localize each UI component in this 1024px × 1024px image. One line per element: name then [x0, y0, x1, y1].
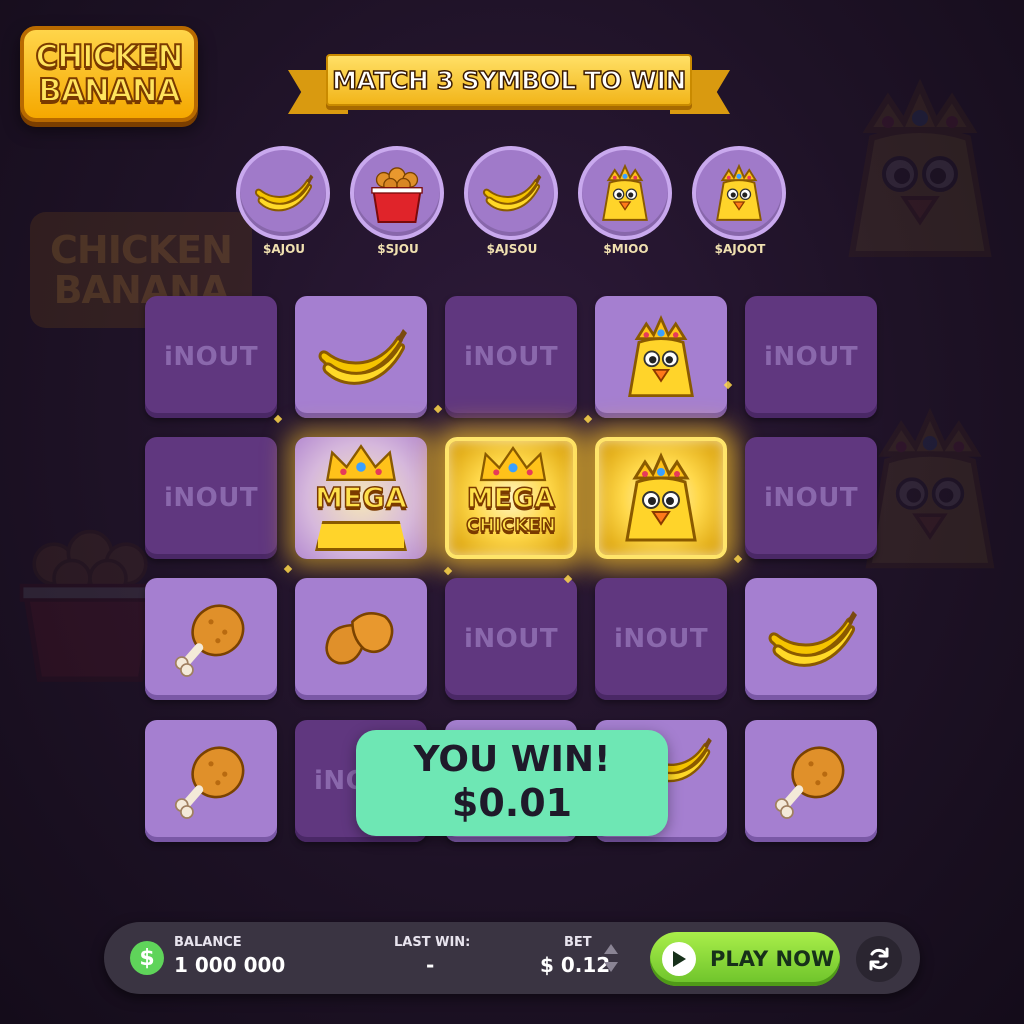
- drumstick-icon: [768, 738, 854, 824]
- crown-icon: [475, 445, 551, 483]
- game-logo: CHICKEN BANANA: [20, 26, 198, 122]
- sparkle-effect: [583, 414, 593, 424]
- paytable-symbol-circle: [464, 146, 558, 240]
- play-icon: [662, 942, 696, 976]
- grid-tile-hidden[interactable]: iNOUT: [145, 296, 277, 418]
- paytable-prize-label: $MIOO: [603, 242, 649, 256]
- banana-icon: [478, 165, 544, 221]
- banana-icon: [250, 165, 316, 221]
- watermark-line-1: CHICKEN: [50, 228, 233, 272]
- grid-tile-hidden[interactable]: iNOUT: [745, 296, 877, 418]
- logo-line-2: BANANA: [37, 73, 181, 109]
- paytable-prize-label: $AJSOU: [486, 242, 538, 256]
- grid-tile-drumstick[interactable]: [145, 720, 277, 842]
- tile-hidden-label: iNOUT: [463, 624, 559, 654]
- sparkle-effect: [443, 566, 453, 576]
- bet-label: BET: [564, 935, 592, 950]
- play-now-label: PLAY NOW: [710, 947, 835, 971]
- banner-body: MATCH 3 SYMBOL TO WIN: [326, 54, 692, 106]
- dollar-coin-icon: $: [130, 941, 164, 975]
- sparkle-effect: [273, 414, 283, 424]
- paytable-item: $AJSOU: [464, 146, 560, 256]
- paytable-symbol-circle: [692, 146, 786, 240]
- tile-hidden-label: iNOUT: [163, 342, 259, 372]
- grid-tile-drumstick[interactable]: [745, 720, 877, 842]
- chicken-body-shape: [315, 521, 407, 551]
- paytable-prize-label: $AJOU: [262, 242, 306, 256]
- paytable-item: $SJOU: [350, 146, 446, 256]
- grid-tile-hidden[interactable]: iNOUT: [445, 578, 577, 700]
- crown-icon: [321, 443, 401, 483]
- play-now-button[interactable]: PLAY NOW: [650, 932, 840, 986]
- grid-tile-hidden[interactable]: iNOUT: [145, 437, 277, 559]
- tile-hidden-label: iNOUT: [763, 342, 859, 372]
- mega-label: MEGA: [314, 480, 407, 515]
- win-title: YOU WIN!: [413, 739, 611, 780]
- drumstick-icon: [168, 596, 254, 682]
- drumstick-icon: [168, 738, 254, 824]
- grid-tile-crowned-chicken-win[interactable]: [595, 437, 727, 559]
- grid-tile-crowned-chicken[interactable]: [595, 296, 727, 418]
- paytable-symbol-circle: [578, 146, 672, 240]
- banana-icon: [311, 317, 411, 397]
- grid-tile-mega-win[interactable]: MEGA: [295, 437, 427, 559]
- refresh-button[interactable]: [856, 936, 902, 982]
- grid-tile-hidden[interactable]: iNOUT: [595, 578, 727, 700]
- paytable-prize-label: $SJOU: [377, 242, 419, 256]
- last-win-value: -: [426, 953, 435, 977]
- win-popup: YOU WIN! $0.01: [356, 730, 668, 836]
- mega-chicken-line-2: CHICKEN: [466, 514, 557, 537]
- balance-label: BALANCE: [174, 935, 242, 950]
- grid-tile-mega-chicken-win[interactable]: MEGA CHICKEN: [445, 437, 577, 559]
- tile-hidden-label: iNOUT: [463, 342, 559, 372]
- crowned-chicken-icon: [593, 161, 657, 225]
- grid-tile-hidden[interactable]: iNOUT: [445, 296, 577, 418]
- crowned-chicken-icon: [707, 161, 771, 225]
- logo-line-1: CHICKEN: [34, 39, 184, 75]
- sparkle-effect: [283, 564, 293, 574]
- bet-stepper[interactable]: [600, 942, 622, 976]
- balance-value: 1 000 000: [174, 953, 286, 977]
- crowned-chicken-icon: [611, 448, 711, 548]
- paytable-symbol-circle: [350, 146, 444, 240]
- banana-icon: [761, 599, 861, 679]
- last-win-label: LAST WIN:: [394, 935, 471, 950]
- bottom-control-bar: $ BALANCE 1 000 000 LAST WIN: - BET $ 0.…: [104, 922, 920, 994]
- coin-symbol: $: [139, 945, 155, 971]
- paytable-prize-label: $AJOOT: [714, 242, 766, 256]
- win-amount: $0.01: [451, 781, 573, 825]
- grid-tile-nuggets[interactable]: [295, 578, 427, 700]
- chevron-down-icon[interactable]: [602, 960, 620, 974]
- tile-hidden-label: iNOUT: [613, 624, 709, 654]
- paytable-item: $AJOOT: [692, 146, 788, 256]
- background-chicken-decoration: [820, 40, 1020, 300]
- grid-tile-banana[interactable]: [295, 296, 427, 418]
- sparkle-effect: [433, 404, 443, 414]
- banner-text: MATCH 3 SYMBOL TO WIN: [331, 65, 687, 96]
- grid-tile-drumstick[interactable]: [145, 578, 277, 700]
- sparkle-effect: [733, 554, 743, 564]
- crowned-chicken-icon: [615, 311, 707, 403]
- chicken-nuggets-icon: [318, 596, 404, 682]
- refresh-icon: [869, 947, 889, 971]
- chicken-bucket-icon: [364, 160, 430, 226]
- match-banner: MATCH 3 SYMBOL TO WIN: [288, 50, 730, 120]
- paytable: $AJOU $SJOU $AJSOU $MIOO $AJOOT: [236, 146, 788, 256]
- paytable-item: $AJOU: [236, 146, 332, 256]
- grid-tile-hidden[interactable]: iNOUT: [745, 437, 877, 559]
- chevron-up-icon[interactable]: [602, 942, 620, 956]
- grid-tile-banana[interactable]: [745, 578, 877, 700]
- tile-hidden-label: iNOUT: [163, 483, 259, 513]
- mega-chicken-line-1: MEGA: [466, 483, 556, 514]
- tile-hidden-label: iNOUT: [763, 483, 859, 513]
- paytable-item: $MIOO: [578, 146, 674, 256]
- paytable-symbol-circle: [236, 146, 330, 240]
